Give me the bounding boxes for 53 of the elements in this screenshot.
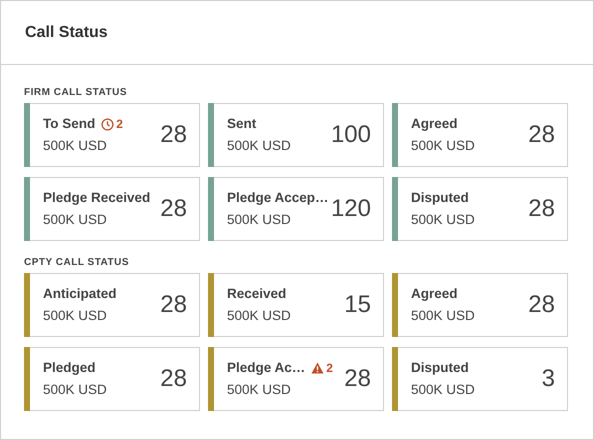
card-count: 28: [528, 291, 555, 319]
card-count: 28: [160, 121, 187, 149]
card-count: 100: [330, 121, 371, 149]
card-amount: 500K USD: [411, 308, 476, 324]
section-heading: CPTY CALL STATUS: [24, 257, 130, 269]
card-amount: 500K USD: [227, 308, 292, 324]
card-title: Pledge Received: [43, 190, 150, 206]
clock-icon: [101, 118, 114, 130]
alert-count: 2: [116, 117, 123, 131]
status-card[interactable]: Agreed 500K USD 28: [392, 273, 568, 337]
card-amount: 500K USD: [43, 212, 108, 228]
card-title: Pledge Accep…: [227, 190, 329, 206]
card-amount: 500K USD: [227, 138, 292, 154]
status-card[interactable]: Pledged 500K USD 28: [24, 347, 200, 411]
card-title: Agreed: [411, 286, 458, 302]
card-title: To Send: [43, 116, 96, 132]
card-count: 28: [528, 121, 555, 149]
card-count: 28: [344, 365, 371, 393]
card-title: Pledge Ac…: [227, 360, 306, 376]
status-card[interactable]: To Send 2 500K USD 28: [24, 103, 200, 167]
card-amount: 500K USD: [227, 382, 292, 398]
card-amount: 500K USD: [43, 308, 108, 324]
card-count: 120: [330, 195, 371, 223]
alert-count: 2: [326, 361, 333, 375]
status-card[interactable]: Disputed 500K USD 28: [392, 177, 568, 241]
card-count: 28: [160, 365, 187, 393]
card-amount: 500K USD: [411, 382, 476, 398]
card-title: Received: [227, 286, 286, 302]
status-card[interactable]: Agreed 500K USD 28: [392, 103, 568, 167]
card-count: 28: [528, 195, 555, 223]
card-title: Disputed: [411, 360, 469, 376]
card-title: Pledged: [43, 360, 96, 376]
card-count: 28: [160, 291, 187, 319]
card-amount: 500K USD: [43, 138, 108, 154]
section-heading: FIRM CALL STATUS: [24, 87, 128, 99]
warning-icon: [311, 362, 324, 374]
card-count: 15: [344, 291, 371, 319]
status-card[interactable]: Anticipated 500K USD 28: [24, 273, 200, 337]
card-amount: 500K USD: [411, 212, 476, 228]
card-amount: 500K USD: [411, 138, 476, 154]
panel-title: Call Status: [25, 22, 108, 42]
status-card[interactable]: Disputed 500K USD 3: [392, 347, 568, 411]
card-amount: 500K USD: [43, 382, 108, 398]
card-count: 3: [542, 365, 555, 393]
card-title: Agreed: [411, 116, 458, 132]
card-title: Disputed: [411, 190, 469, 206]
status-card[interactable]: Sent 500K USD 100: [208, 103, 384, 167]
card-amount: 500K USD: [227, 212, 292, 228]
card-count: 28: [160, 195, 187, 223]
card-title: Anticipated: [43, 286, 117, 302]
card-title: Sent: [227, 116, 256, 132]
status-card[interactable]: Pledge Ac… 2 500K USD 28: [208, 347, 384, 411]
status-card[interactable]: Received 500K USD 15: [208, 273, 384, 337]
